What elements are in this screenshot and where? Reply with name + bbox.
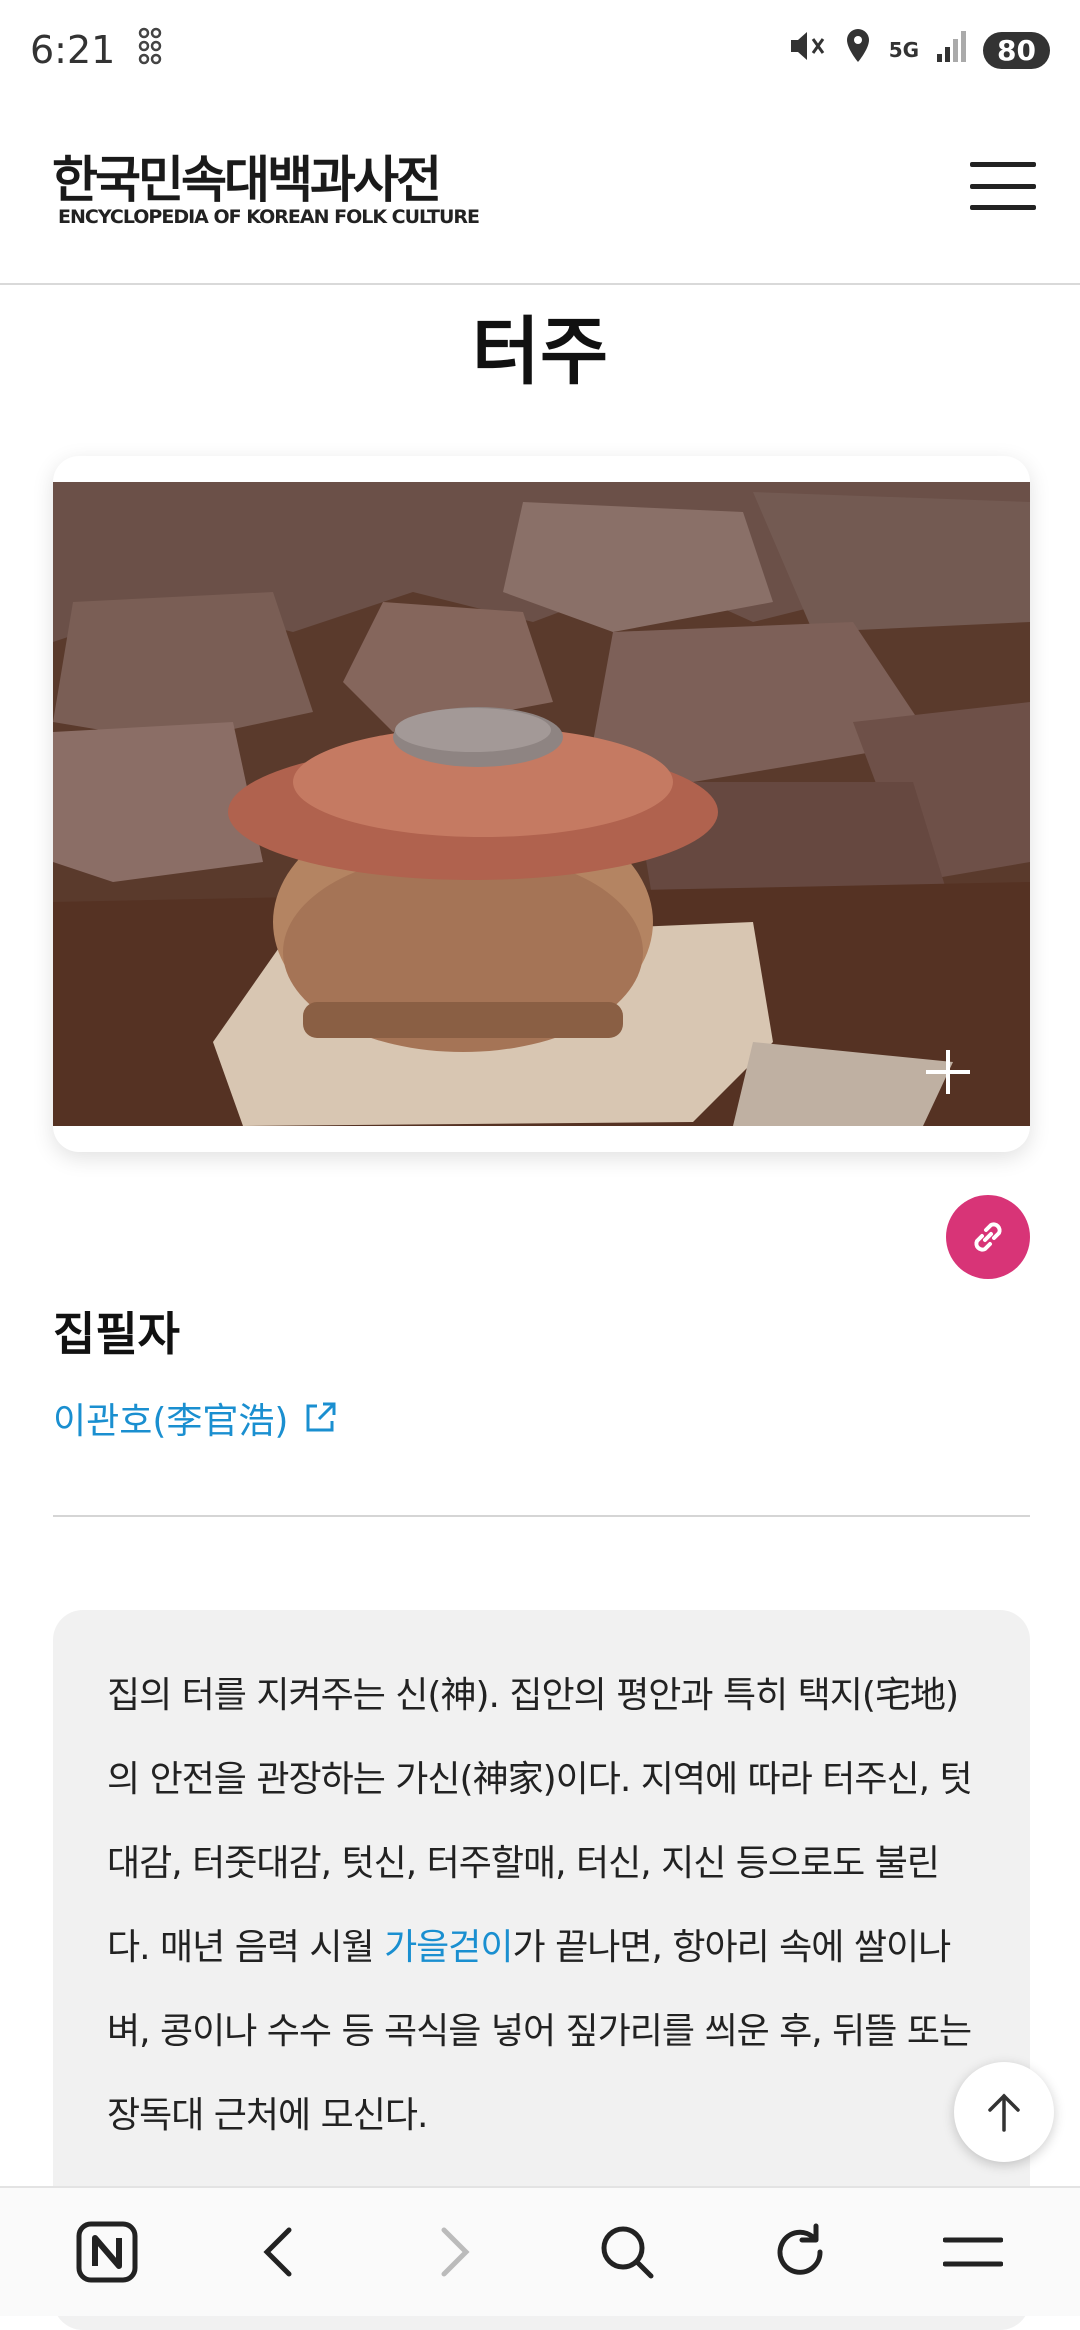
app-notification-icon [137,26,163,75]
main-photo[interactable] [53,482,1030,1126]
hamburger-icon [970,162,1036,167]
external-link-icon [306,1402,336,1432]
refresh-button[interactable] [755,2207,845,2297]
summary-text-part-1: 집의 터를 지켜주는 신(神). 집안의 평안과 특히 택지(宅地)의 안전을 … [107,1675,973,1968]
back-button[interactable] [235,2207,325,2297]
battery-indicator: 80 [983,31,1050,69]
location-icon [843,26,873,75]
copy-link-button[interactable] [946,1195,1030,1279]
menu-icon [943,2237,1004,2267]
network-label: 5G [888,38,920,62]
search-button[interactable] [582,2207,672,2297]
browser-menu-button[interactable] [928,2207,1018,2297]
naver-icon [76,2221,138,2283]
status-time: 6:21 [30,28,116,72]
page-title: 터주 [471,309,609,395]
hamburger-menu-button[interactable] [970,162,1036,210]
link-icon [974,1222,1002,1252]
summary-text: 집의 터를 지켜주는 신(神). 집안의 평안과 특히 택지(宅地)의 안전을 … [107,1654,980,2158]
hamburger-icon-line [970,205,1036,210]
site-logo-korean[interactable]: 한국민속대백과사전 [52,140,442,212]
arrow-up-icon [988,2093,1020,2132]
plus-icon[interactable] [926,1050,970,1094]
author-name[interactable]: 이관호(李官浩) [53,1392,288,1444]
search-icon [601,2226,654,2279]
site-header: 한국민속대백과사전 ENCYCLOPEDIA OF KOREAN FOLK CU… [0,100,1080,285]
forward-button[interactable] [408,2207,498,2297]
forward-icon [441,2227,470,2277]
scroll-to-top-button[interactable] [954,2062,1054,2162]
status-bar: 6:21 5G 80 [0,0,1080,100]
naver-home-button[interactable] [62,2207,152,2297]
browser-bottom-nav [0,2186,1080,2316]
author-heading: 집필자 [53,1307,180,1361]
refresh-icon [777,2223,823,2275]
hamburger-icon-line [970,183,1036,189]
image-card [53,456,1030,1152]
signal-icon [935,28,967,73]
author-link[interactable]: 이관호(李官浩) [53,1392,338,1444]
mute-icon [787,26,827,75]
back-icon [263,2227,292,2277]
site-logo-english[interactable]: ENCYCLOPEDIA OF KOREAN FOLK CULTURE [58,206,480,228]
section-divider [53,1515,1030,1517]
summary-link-harvest[interactable]: 가을걷이 [384,1927,513,1968]
